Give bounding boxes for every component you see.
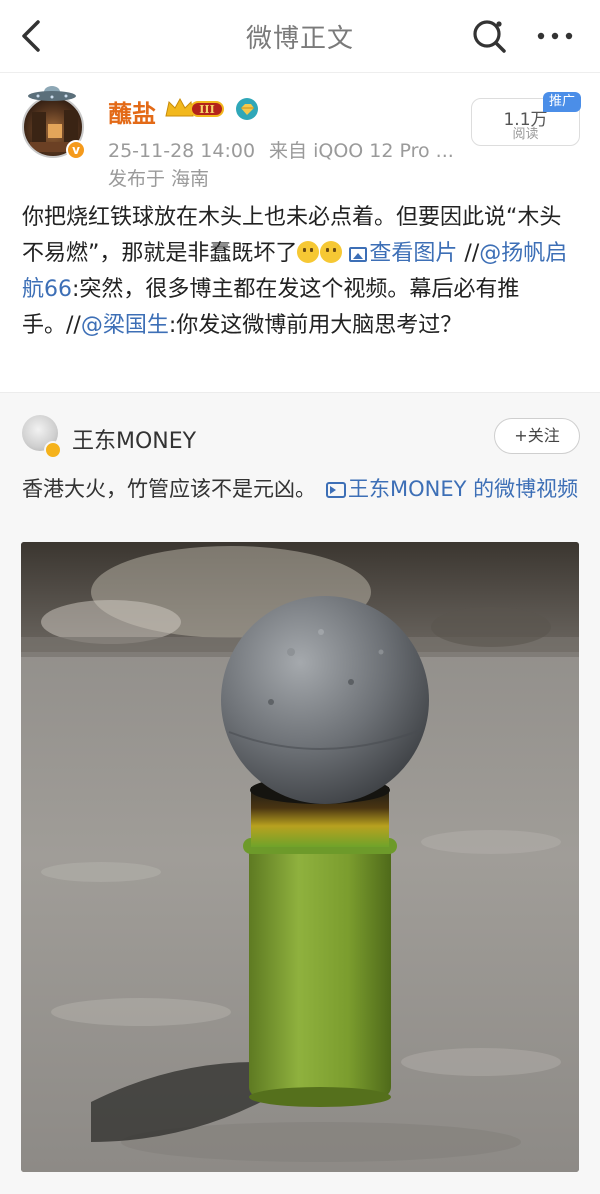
repost-separator: // [457, 241, 480, 266]
verified-badge-icon [44, 441, 62, 459]
video-link-label: 王东MONEY 的微博视频 [348, 477, 579, 501]
promote-badge[interactable]: 推广 [543, 92, 582, 112]
diamond-icon [236, 98, 258, 120]
mention-link[interactable]: @梁国生 [81, 313, 169, 338]
repost-text: 香港大火，竹管应该不是元凶。 [22, 477, 316, 501]
top-nav-bar: 微博正文 [0, 0, 600, 73]
read-label: 阅读 [512, 127, 539, 142]
repost-author-name[interactable]: 王东MONEY [72, 423, 196, 455]
view-image-label: 查看图片 [369, 241, 458, 266]
video-link[interactable]: 王东MONEY 的微博视频 [316, 477, 578, 501]
frown-emoji-icon [320, 241, 343, 263]
verified-badge-icon: v [66, 140, 86, 160]
reposted-card[interactable]: 王东MONEY +关注 香港大火，竹管应该不是元凶。 王东MONEY 的微博视频 [0, 392, 600, 1194]
video-icon [326, 482, 346, 498]
post-meta: 25-11-28 14:00 来自 iQOO 12 Pro ... [108, 136, 454, 163]
more-icon[interactable] [530, 14, 580, 58]
follow-button[interactable]: +关注 [494, 418, 580, 454]
author-avatar[interactable]: v [22, 86, 88, 164]
post-text-quote-end: :你发这微博前用大脑思考过？ [168, 313, 463, 338]
crown-level-icon: III [165, 97, 224, 117]
post-body: 你把烧红铁球放在木头上也未必点着。但要因此说“木头不易燃”，那就是非蠢既坏了 查看… [22, 200, 582, 344]
post-location: 发布于 海南 [108, 168, 210, 190]
ufo-pendant-icon [28, 86, 76, 101]
picture-icon [349, 247, 368, 262]
view-image-link[interactable]: 查看图片 [343, 241, 457, 266]
search-icon[interactable] [468, 14, 512, 58]
post-timestamp: 25-11-28 14:00 [108, 140, 256, 162]
level-text: III [199, 103, 214, 116]
frown-emoji-icon [297, 241, 320, 263]
repost-body: 香港大火，竹管应该不是元凶。 王东MONEY 的微博视频 [22, 473, 582, 505]
author-name[interactable]: 蘸盐 [108, 94, 156, 129]
video-thumbnail[interactable] [21, 542, 579, 1172]
post-device: 来自 iQOO 12 Pro ... [269, 140, 454, 162]
